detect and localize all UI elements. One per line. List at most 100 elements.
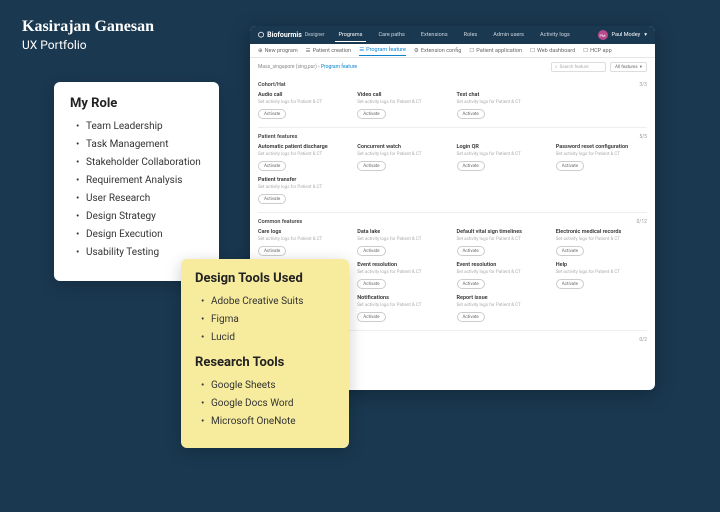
feature-card: Data lakeSet activity logs for Patient &… — [357, 229, 448, 256]
section-divider — [258, 212, 647, 213]
feature-title: Electronic medical records — [556, 229, 647, 235]
sub-nav: ⊕New program ☰Patient creation ☰Program fe… — [250, 44, 655, 58]
activate-button[interactable]: Activate — [457, 109, 485, 119]
list-item: Design Strategy — [76, 211, 203, 222]
feature-card: Notifications Set activity logs for Patie… — [357, 295, 448, 322]
brand: ⬡ Biofourmis Designer — [258, 31, 325, 39]
feature-desc: Set activity logs for Patient & CT — [258, 100, 349, 105]
activate-button[interactable]: Activate — [556, 161, 584, 171]
activate-button[interactable]: Activate — [357, 312, 385, 322]
activate-button[interactable]: Activate — [357, 246, 385, 256]
subtab-icon: ⚙ — [414, 48, 419, 54]
feature-desc: Set activity logs for Patient & CT — [258, 237, 349, 242]
list-item: Adobe Creative Suits — [201, 296, 335, 307]
activate-button[interactable]: Activate — [258, 161, 286, 171]
primary-nav: Programs Care paths Extensions Roles Admin u… — [335, 29, 588, 42]
feature-desc: Set activity logs for Patient & CT — [457, 100, 548, 105]
feature-title: Audio call — [258, 92, 349, 98]
feature-desc: Set activity logs for Patient & CT — [357, 100, 448, 105]
subtab-program-feature[interactable]: ☰Program feature — [359, 45, 406, 56]
feature-card: HelpSet activity logs for Patient & CTAc… — [556, 262, 647, 289]
feature-card: Care logs Set activity logs for Patient &… — [258, 229, 349, 256]
feature-title: Password reset configuration — [556, 144, 647, 150]
section-title: Patient features — [258, 134, 297, 140]
feature-desc: Set activity logs for Patient & CT — [357, 303, 448, 308]
subtab-new-program[interactable]: ⊕New program — [258, 46, 298, 56]
section-title: Common features — [258, 219, 302, 225]
subtab-extension-config[interactable]: ⚙Extension config — [414, 46, 461, 56]
feature-desc: Set activity logs for Patient & CT — [258, 152, 349, 157]
feature-title: Text chat — [457, 92, 548, 98]
feature-desc: Set activity logs for Patient & CT — [357, 270, 448, 275]
feature-card: Event resolutionSet activity logs for Pa… — [357, 262, 448, 289]
research-tools-title: Research Tools — [195, 355, 335, 370]
feature-title: Login QR — [457, 144, 548, 150]
feature-card: Login QR Set activity logs for Patient & … — [457, 144, 548, 171]
feature-grid: Audio call Set activity logs for Patient … — [258, 90, 647, 125]
subtab-hcp-app[interactable]: ☐HCP app — [583, 46, 611, 56]
feature-title: Event resolution — [457, 262, 548, 268]
activate-button[interactable]: Activate — [457, 161, 485, 171]
feature-card: Video call Set activity logs for Patient … — [357, 92, 448, 119]
search-icon: ⌕ — [555, 64, 558, 70]
feature-title: Care logs — [258, 229, 349, 235]
nav-activity-logs[interactable]: Activity logs — [536, 29, 574, 42]
feature-title: Video call — [357, 92, 448, 98]
chevron-down-icon: ▾ — [644, 32, 647, 38]
feature-grid: Automatic patient dischargeSet activity … — [258, 142, 647, 210]
feature-card: Audio call Set activity logs for Patient … — [258, 92, 349, 119]
filter-dropdown[interactable]: All features ▾ — [610, 62, 647, 72]
activate-button[interactable]: Activate — [457, 246, 485, 256]
list-item: User Research — [76, 193, 203, 204]
chevron-down-icon: ▾ — [640, 65, 642, 70]
subtab-icon: ☰ — [306, 48, 311, 54]
activate-button[interactable]: Activate — [258, 109, 286, 119]
feature-title: Notifications — [357, 295, 448, 301]
list-item: Team Leadership — [76, 121, 203, 132]
nav-care-paths[interactable]: Care paths — [374, 29, 408, 42]
list-item: Requirement Analysis — [76, 175, 203, 186]
activate-button[interactable]: Activate — [258, 194, 286, 204]
activate-button[interactable]: Activate — [556, 279, 584, 289]
nav-programs[interactable]: Programs — [335, 29, 367, 42]
subtab-patient-creation[interactable]: ☰Patient creation — [306, 46, 352, 56]
feature-title: Help — [556, 262, 647, 268]
list-item: Lucid — [201, 332, 335, 343]
feature-desc: Set activity logs for Patient & CT — [357, 152, 448, 157]
feature-card: Password reset configuration Set activity… — [556, 144, 647, 171]
feature-desc: Set activity logs for Patient & CT — [457, 152, 548, 157]
list-item: Microsoft OneNote — [201, 416, 335, 427]
subtab-web-dashboard[interactable]: ☐Web dashboard — [530, 46, 575, 56]
feature-card: Event resolution Set activity logs for Pa… — [457, 262, 548, 289]
activate-button[interactable]: Activate — [357, 161, 385, 171]
nav-roles[interactable]: Roles — [460, 29, 482, 42]
activate-button[interactable]: Activate — [258, 246, 286, 256]
nav-extensions[interactable]: Extensions — [417, 29, 452, 42]
design-tools-list: Adobe Creative SuitsFigmaLucid — [195, 296, 335, 343]
activate-button[interactable]: Activate — [556, 246, 584, 256]
subtab-icon: ☐ — [469, 48, 474, 54]
subtab-patient-application[interactable]: ☐Patient application — [469, 46, 522, 56]
avatar: PM — [598, 30, 608, 40]
user-menu[interactable]: PM Paul Modey ▾ — [598, 30, 647, 40]
feature-desc: Set activity logs for Patient & CT — [457, 303, 548, 308]
feature-desc: Set activity logs for Patient & CT — [457, 237, 548, 242]
feature-desc: Set activity logs for Patient & CT — [556, 152, 647, 157]
topbar: ⬡ Biofourmis Designer Programs Care paths… — [250, 26, 655, 44]
feature-desc: Set activity logs for Patient & CT — [457, 270, 548, 275]
feature-card: Patient transferSet activity logs for Pa… — [258, 177, 349, 204]
activate-button[interactable]: Activate — [357, 109, 385, 119]
activate-button[interactable]: Activate — [357, 279, 385, 289]
portfolio-header: Kasirajan Ganesan UX Portfolio — [22, 18, 154, 52]
list-item: Google Docs Word — [201, 398, 335, 409]
subtab-icon: ☐ — [583, 48, 588, 54]
activate-button[interactable]: Activate — [457, 312, 485, 322]
search-input[interactable]: ⌕ Search feature — [551, 62, 606, 72]
my-role-list: Team LeadershipTask ManagementStakeholde… — [70, 121, 203, 258]
section-title: Cohort/Hat — [258, 82, 286, 88]
activate-button[interactable]: Activate — [457, 279, 485, 289]
nav-admin-users[interactable]: Admin users — [489, 29, 528, 42]
list-item: Google Sheets — [201, 380, 335, 391]
section-count: 0/12 — [637, 219, 648, 225]
my-role-card: My Role Team LeadershipTask ManagementSt… — [54, 82, 219, 281]
